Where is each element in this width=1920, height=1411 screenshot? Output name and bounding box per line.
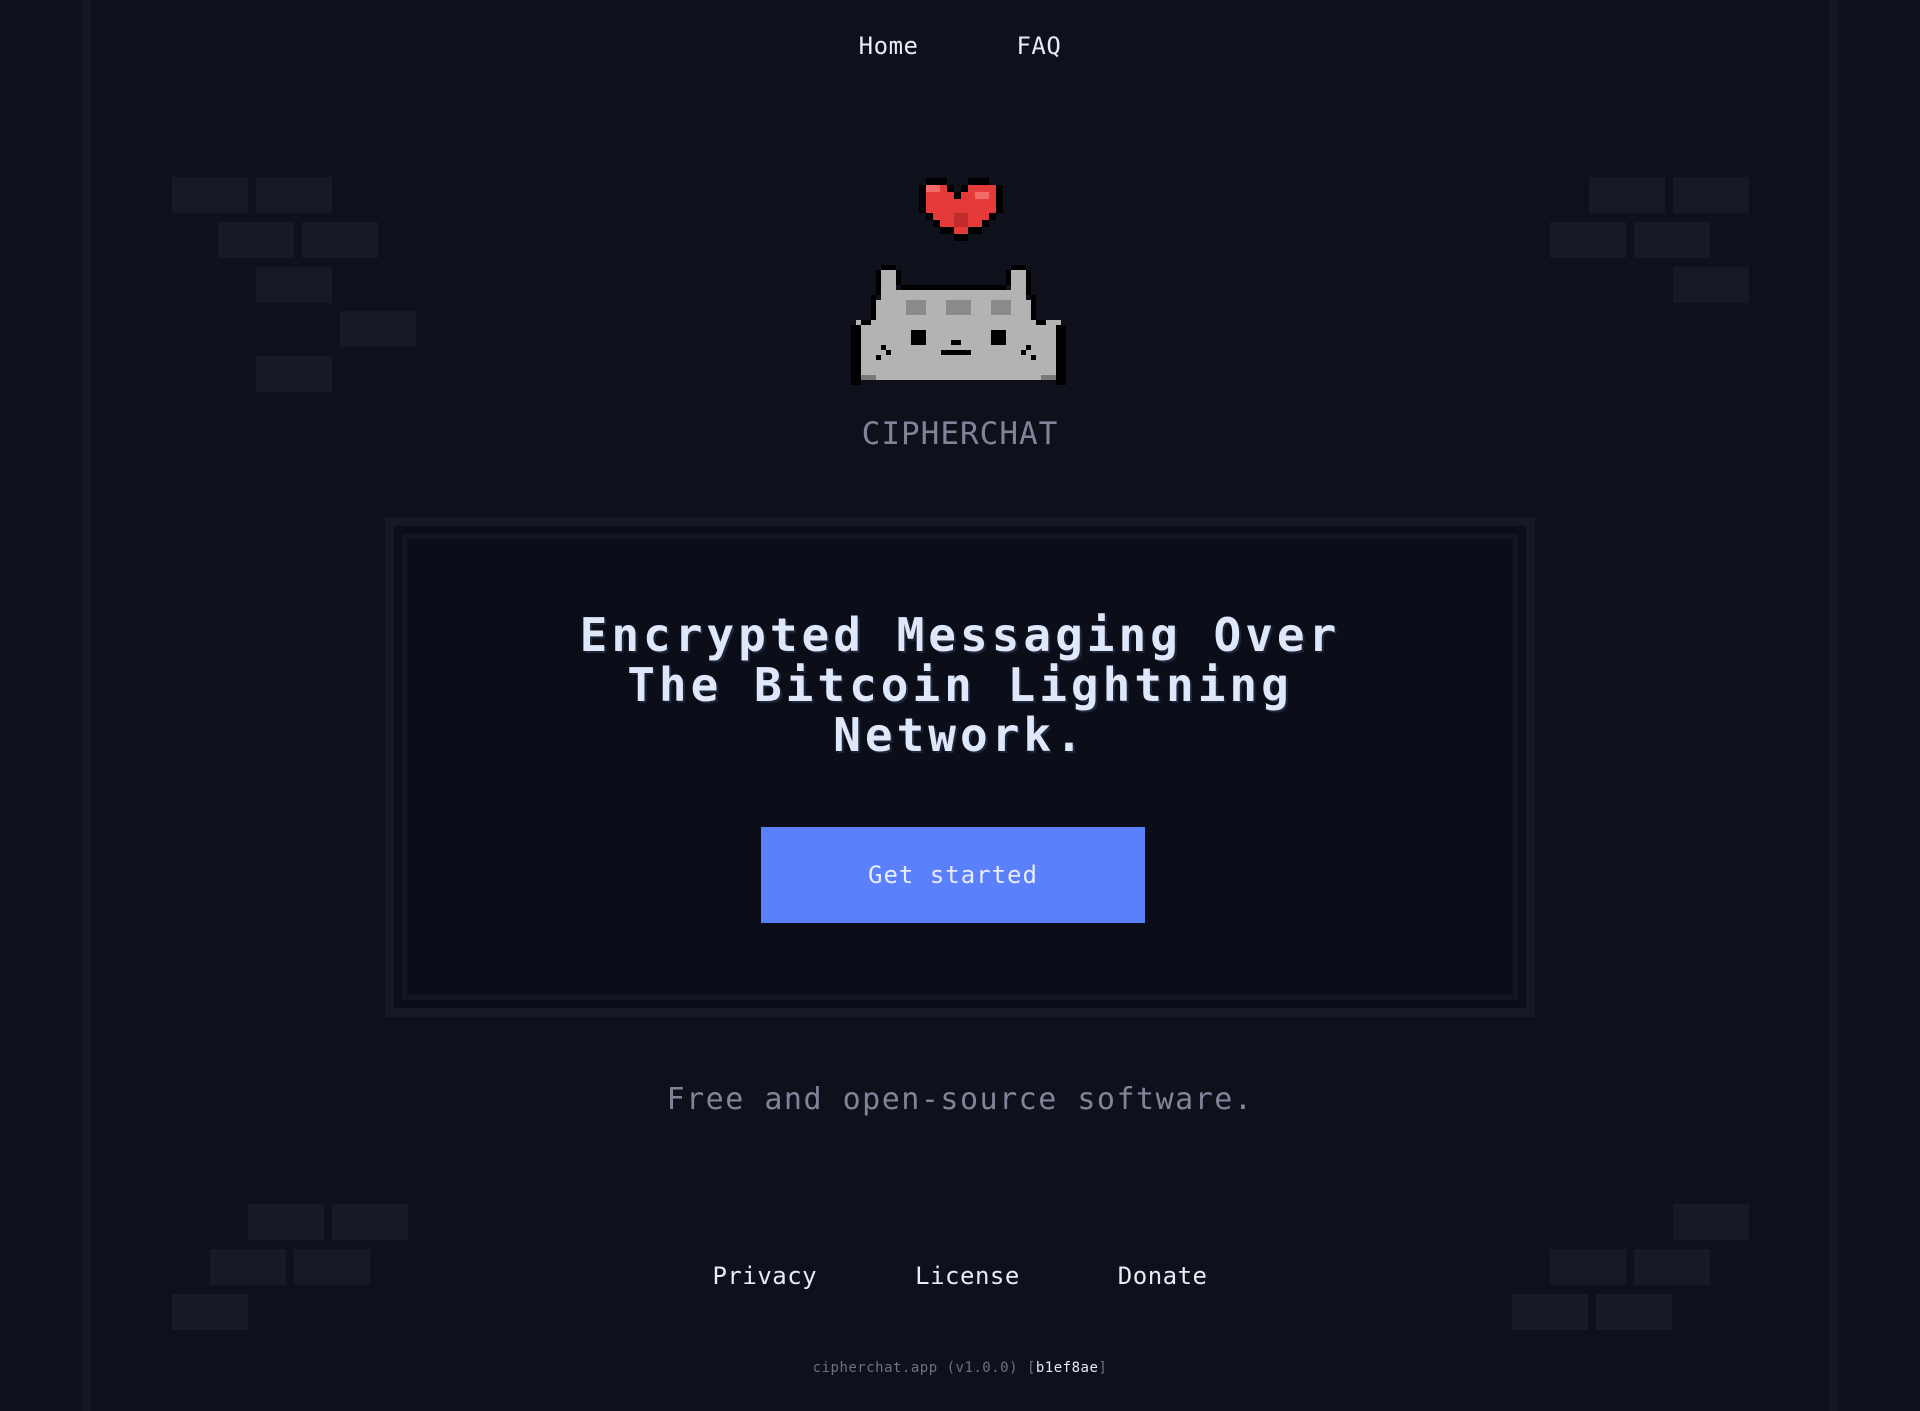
hero-headline-line-3: Network. bbox=[833, 708, 1087, 762]
brick bbox=[340, 311, 416, 347]
brick bbox=[256, 177, 332, 213]
brick bbox=[1512, 1294, 1588, 1330]
left-border-rail bbox=[81, 0, 91, 1411]
brick bbox=[332, 1204, 408, 1240]
brick bbox=[172, 177, 248, 213]
brick bbox=[218, 222, 294, 258]
nav-faq-link[interactable]: FAQ bbox=[1016, 32, 1061, 60]
get-started-button[interactable]: Get started bbox=[761, 827, 1145, 923]
brick bbox=[1673, 1204, 1749, 1240]
pixel-heart-icon bbox=[919, 178, 1003, 241]
hero-headline: Encrypted Messaging Over The Bitcoin Lig… bbox=[394, 610, 1526, 760]
brick bbox=[302, 222, 378, 258]
hero-panel-inner-border bbox=[402, 534, 1518, 1000]
brick bbox=[248, 1204, 324, 1240]
top-nav: Home FAQ bbox=[0, 32, 1920, 60]
brick bbox=[256, 267, 332, 303]
hero-panel: Encrypted Messaging Over The Bitcoin Lig… bbox=[385, 517, 1535, 1017]
donate-link[interactable]: Donate bbox=[1118, 1262, 1208, 1290]
license-link[interactable]: License bbox=[915, 1262, 1020, 1290]
version-prefix: cipherchat.app (v1.0.0) [ bbox=[812, 1360, 1036, 1376]
nav-home-link[interactable]: Home bbox=[859, 32, 919, 60]
tagline: Free and open-source software. bbox=[666, 1082, 1254, 1117]
brick bbox=[1673, 177, 1749, 213]
brick bbox=[172, 1294, 248, 1330]
hero-headline-line-1: Encrypted Messaging Over bbox=[579, 608, 1341, 662]
right-border-rail bbox=[1829, 0, 1839, 1411]
commit-hash: b1ef8ae bbox=[1035, 1360, 1099, 1376]
brick bbox=[1589, 177, 1665, 213]
brand-name: CIPHERCHAT bbox=[861, 416, 1059, 452]
brick bbox=[1596, 1294, 1672, 1330]
hero-headline-line-2: The Bitcoin Lightning bbox=[627, 658, 1293, 712]
version-info: cipherchat.app (v1.0.0) [b1ef8ae] bbox=[0, 1360, 1920, 1376]
brick bbox=[1634, 222, 1710, 258]
brick bbox=[1673, 267, 1749, 303]
brick bbox=[1550, 222, 1626, 258]
brick bbox=[256, 356, 332, 392]
footer-nav: Privacy License Donate bbox=[0, 1262, 1920, 1290]
version-suffix: ] bbox=[1098, 1360, 1108, 1376]
privacy-link[interactable]: Privacy bbox=[712, 1262, 817, 1290]
pixel-cat-icon bbox=[851, 265, 1066, 385]
